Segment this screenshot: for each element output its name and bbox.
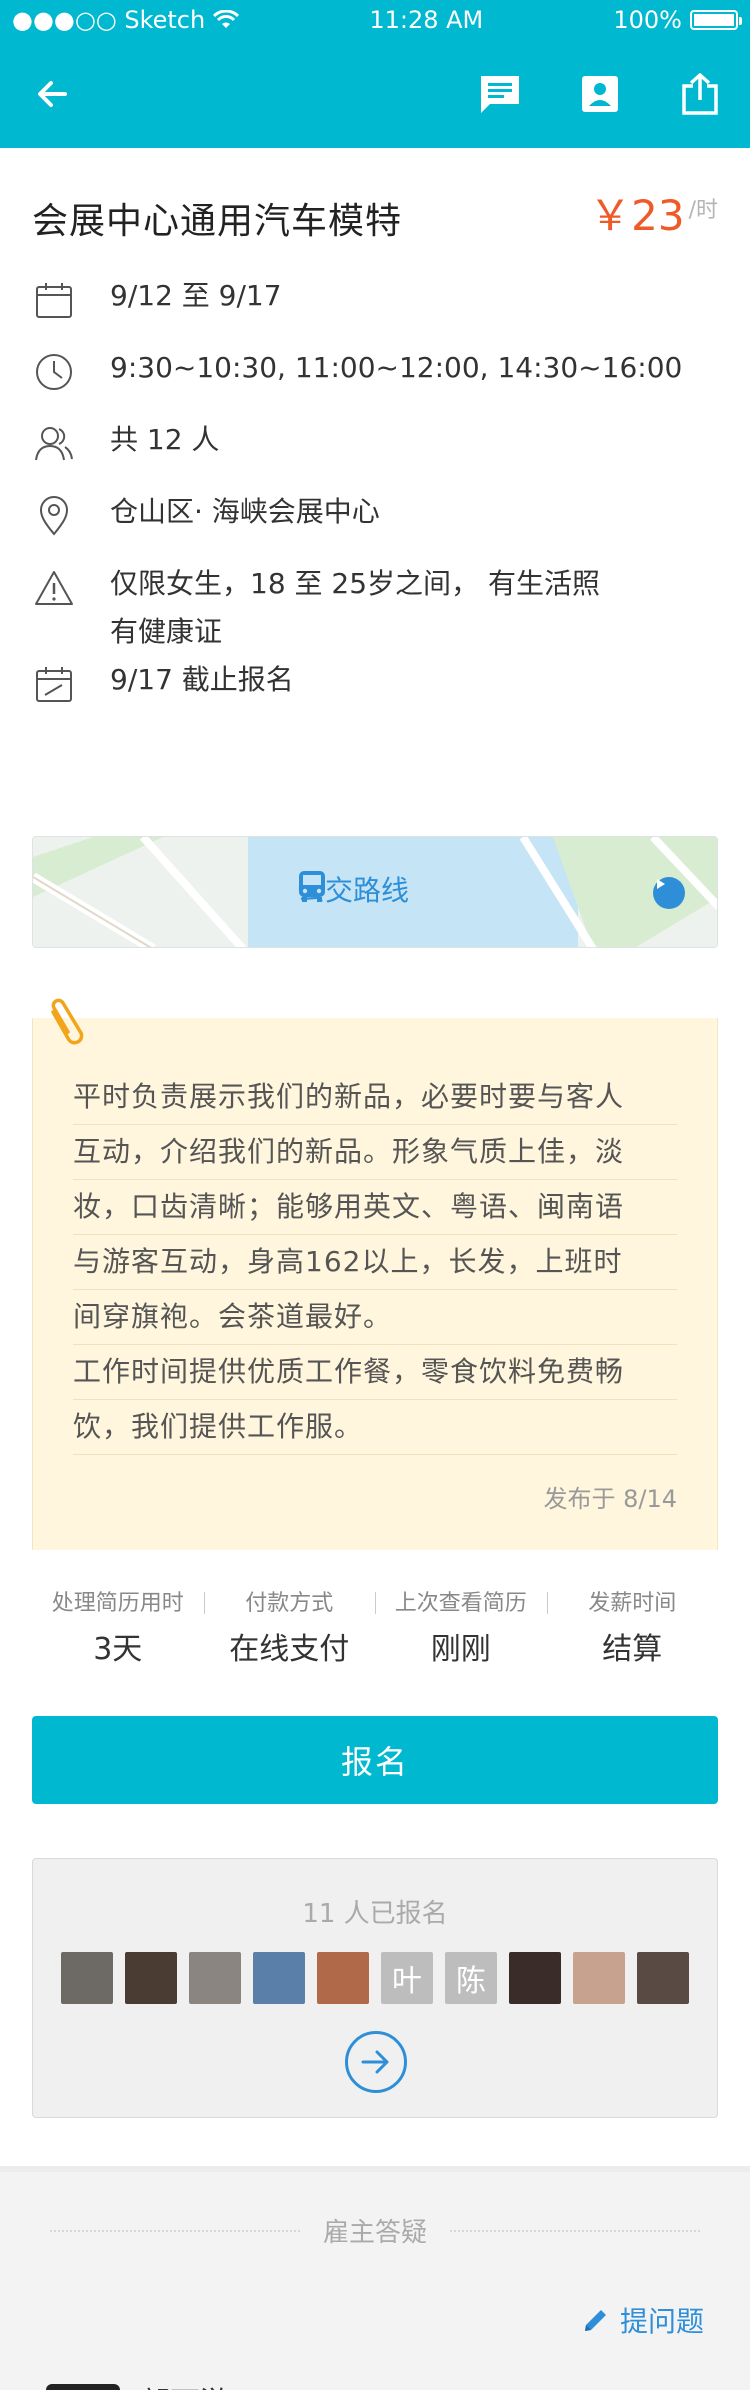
stat-value: 3天 — [93, 1632, 143, 1667]
avatar-initial[interactable]: 陈 — [445, 1952, 497, 2004]
job-title: 会展中心通用汽车模特 — [32, 201, 403, 242]
bus-route-map[interactable]: 公交路线 — [32, 836, 718, 948]
info-text: 共 12 人 — [110, 423, 220, 456]
warning-icon — [35, 571, 73, 605]
job-description-note: 平时负责展示我们的新品，必要时要与客人 互动，介绍我们的新品。形象气质上佳，淡 … — [32, 998, 718, 1550]
stat-value: 刚刚 — [430, 1632, 491, 1667]
stat-value: 结算 — [602, 1632, 663, 1667]
info-text: 9/12 至 9/17 — [110, 279, 282, 312]
signup-button[interactable]: 报名 — [32, 1716, 718, 1804]
description-line: 平时负责展示我们的新品，必要时要与客人 — [73, 1070, 677, 1125]
pencil-icon — [584, 2310, 606, 2331]
info-headcount: 共 12 人 — [32, 416, 718, 488]
avatar — [46, 2384, 120, 2390]
avatar[interactable] — [253, 1952, 305, 2004]
info-text: 9:30~10:30, 11:00~12:00, 14:30~16:00 — [110, 351, 683, 384]
message-icon — [481, 76, 519, 113]
contact-button[interactable] — [578, 72, 622, 116]
info-location: 仓山区· 海峡会展中心 — [32, 488, 718, 560]
map-label: 公交路线 — [297, 869, 409, 909]
battery-icon — [690, 10, 742, 30]
job-title-row: 会展中心通用汽车模特 ￥23 /时 — [0, 148, 750, 272]
applicants-panel: 11 人已报名 叶 陈 — [32, 1858, 718, 2118]
info-text: 9/17 截止报名 — [110, 663, 294, 696]
employer-stats: 处理简历用时 3天 付款方式 在线支付 上次查看简历 刚刚 发薪时间 结算 — [32, 1586, 718, 1678]
ask-question-label: 提问题 — [619, 2305, 704, 2338]
price-unit: /时 — [688, 198, 718, 223]
avatar[interactable] — [509, 1952, 561, 2004]
employer-qa-section: 雇主答疑 提问题 郭可游 — [0, 2172, 750, 2390]
clock-icon — [36, 354, 72, 390]
description-line: 与游客互动，身高162以上，长发，上班时 — [73, 1235, 677, 1290]
stat-value: 在线支付 — [229, 1632, 350, 1667]
play-icon[interactable] — [653, 877, 685, 909]
avatar[interactable] — [637, 1952, 689, 2004]
info-text: 仓山区· 海峡会展中心 — [110, 495, 380, 528]
status-bar: ●●●○○ Sketch 11:28 AM 100% — [0, 0, 750, 40]
bus-icon — [299, 871, 325, 902]
description-line: 饮，我们提供工作服。 — [73, 1400, 677, 1455]
stat-label: 处理简历用时 — [51, 1591, 184, 1616]
wifi-icon — [213, 10, 240, 28]
applicant-count: 11 人已报名 — [302, 1899, 448, 1929]
stat-pay-time: 发薪时间 结算 — [546, 1586, 719, 1678]
calendar-icon — [36, 283, 72, 318]
back-button[interactable] — [30, 72, 74, 116]
avatar[interactable] — [189, 1952, 241, 2004]
info-requirements: 仅限女生，18 至 25岁之间， 有生活照 有健康证 — [32, 560, 718, 656]
info-time: 9:30~10:30, 11:00~12:00, 14:30~16:00 — [32, 344, 718, 416]
price-value: ￥23 — [589, 191, 685, 240]
share-button[interactable] — [678, 72, 722, 116]
avatar[interactable] — [125, 1952, 177, 2004]
questioner-name: 郭可游 — [140, 2378, 230, 2390]
stat-last-viewed: 上次查看简历 刚刚 — [375, 1586, 547, 1678]
stat-label: 上次查看简历 — [394, 1591, 527, 1616]
people-icon — [35, 427, 73, 461]
avatar[interactable] — [317, 1952, 369, 2004]
ask-question-button[interactable]: 提问题 — [582, 2300, 704, 2340]
battery-percent: 100% — [613, 6, 682, 34]
info-deadline: 9/17 截止报名 — [32, 656, 718, 728]
description-line: 妆，口齿清晰；能够用英文、粤语、闽南语 — [73, 1180, 677, 1235]
stat-label: 发薪时间 — [588, 1591, 677, 1616]
info-date: 9/12 至 9/17 — [32, 272, 718, 344]
description-line: 间穿旗袍。会茶道最好。 — [73, 1290, 677, 1345]
view-all-applicants-button[interactable] — [345, 2031, 407, 2093]
deadline-calendar-icon — [36, 667, 72, 702]
price: ￥23 /时 — [589, 192, 718, 240]
carrier-text: ●●●○○ Sketch — [12, 6, 206, 34]
share-icon — [682, 73, 718, 115]
location-pin-icon — [39, 496, 69, 536]
qa-heading-text: 雇主答疑 — [300, 2218, 449, 2248]
description-line: 工作时间提供优质工作餐，零食饮料免费畅 — [73, 1345, 677, 1400]
applicant-avatars: 叶 陈 — [33, 1952, 717, 2004]
navbar — [0, 40, 750, 148]
message-button[interactable] — [478, 72, 522, 116]
arrow-left-icon — [38, 81, 67, 107]
info-text-continued: 有健康证 — [110, 615, 223, 648]
arrow-right-icon — [361, 2050, 389, 2074]
status-time: 11:28 AM — [369, 6, 484, 34]
stat-resume-time: 处理简历用时 3天 — [32, 1586, 204, 1678]
contact-card-icon — [582, 76, 618, 112]
paperclip-icon — [51, 998, 84, 1045]
stat-payment-method: 付款方式 在线支付 — [203, 1586, 376, 1678]
stat-label: 付款方式 — [245, 1591, 334, 1616]
avatar-initial[interactable]: 叶 — [381, 1952, 433, 2004]
header: ●●●○○ Sketch 11:28 AM 100% — [0, 0, 750, 148]
description-line: 互动，介绍我们的新品。形象气质上佳，淡 — [73, 1125, 677, 1180]
avatar[interactable] — [61, 1952, 113, 2004]
avatar[interactable] — [573, 1952, 625, 2004]
job-info-list: 9/12 至 9/17 9:30~10:30, 11:00~12:00, 14:… — [0, 272, 750, 728]
info-text: 仅限女生，18 至 25岁之间， 有生活照 — [110, 567, 600, 600]
published-date: 发布于 8/14 — [543, 1485, 677, 1513]
qa-heading: 雇主答疑 — [50, 2212, 700, 2249]
